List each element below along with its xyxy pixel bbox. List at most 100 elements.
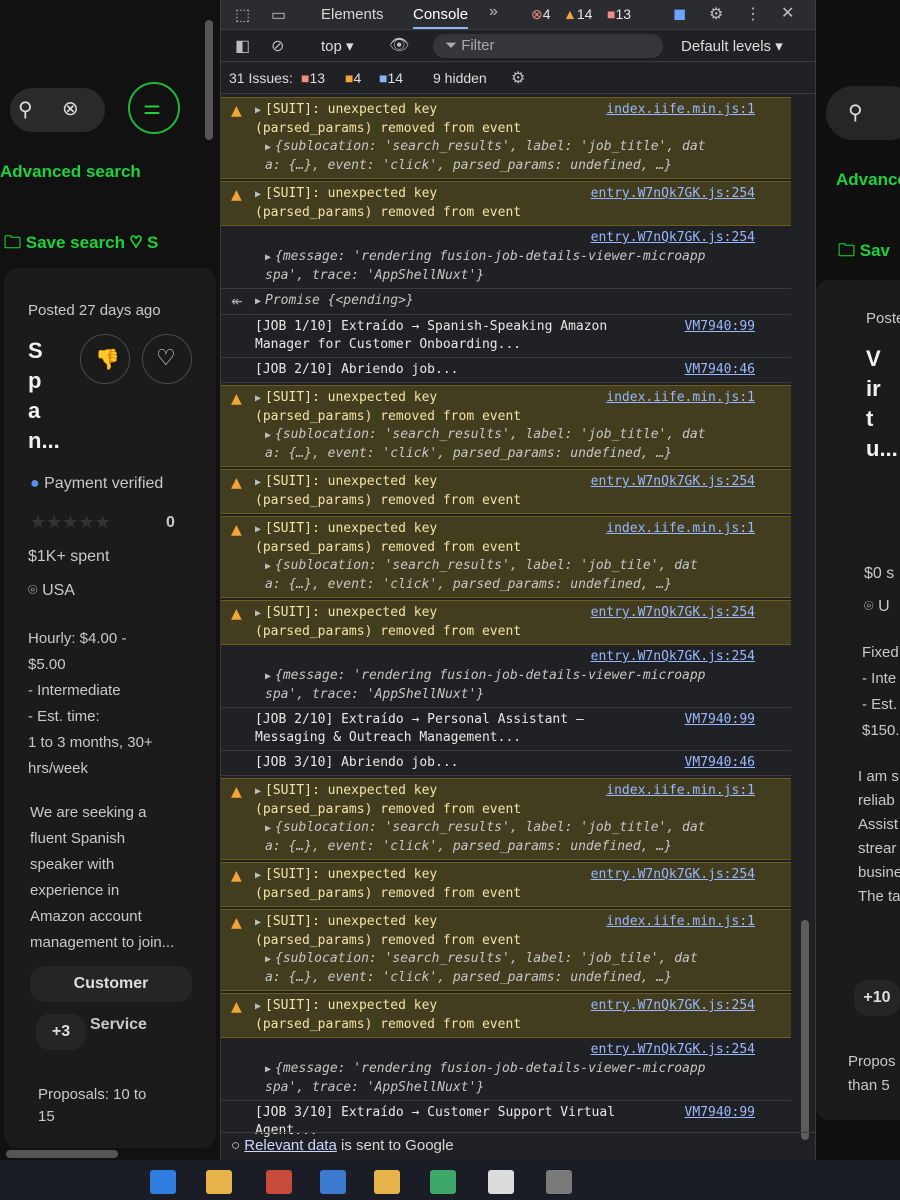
gear-icon[interactable]: ⚙ [709,4,723,24]
file-explorer-icon[interactable] [206,1170,232,1194]
sidebar-toggle-icon[interactable]: ◧ [235,36,250,56]
console-warning[interactable]: ▲ ▶ [SUIT]: unexpected key (parsed_params… [221,862,791,907]
save-search-link[interactable]: 🗀 Save search ♡ S [4,230,158,259]
source-link[interactable]: index.iife.min.js:1 [606,913,755,931]
filter-button[interactable]: ⚌ [128,82,180,134]
search-icon[interactable]: ⚲ [848,100,863,125]
source-link[interactable]: entry.W7nQk7GK.js:254 [591,473,755,491]
source-link[interactable]: VM7940:99 [685,318,755,336]
heart-icon[interactable]: ♡ [130,233,143,252]
advanced-search-link[interactable]: Advance [836,170,900,190]
app-icon[interactable] [546,1170,572,1194]
issues-warnings[interactable]: ■4 [345,70,361,86]
close-icon[interactable]: ✕ [781,3,794,23]
location-icon: ⌾ [28,582,38,599]
log-levels-select[interactable]: Default levels ▾ [681,37,783,55]
footer-text: is sent to Google [340,1137,454,1154]
folder-icon[interactable] [374,1170,400,1194]
console-result[interactable]: ↞ ▶ Promise {<pending>} [221,289,791,315]
console-warning[interactable]: ▲ ▶ [SUIT]: unexpected key (parsed_params… [221,909,791,991]
tab-console[interactable]: Console [413,6,469,29]
console-scrollbar[interactable] [801,920,809,1140]
console-log-object[interactable]: entry.W7nQk7GK.js:254 ▶ {message: 'render… [221,645,791,708]
source-link[interactable]: entry.W7nQk7GK.js:254 [591,604,755,622]
source-link[interactable]: entry.W7nQk7GK.js:254 [591,866,755,884]
source-link[interactable]: index.iife.min.js:1 [606,389,755,407]
console-log[interactable]: [JOB 3/10] Abriendo job... VM7940:46 [221,751,791,776]
source-link[interactable]: index.iife.min.js:1 [606,520,755,538]
thumbs-down-button[interactable]: 👎 [80,334,130,384]
save-search-link[interactable]: 🗀 Sav [838,238,890,267]
left-scrollbar[interactable] [205,20,213,140]
source-link[interactable]: entry.W7nQk7GK.js:254 [591,229,755,247]
source-link[interactable]: entry.W7nQk7GK.js:254 [591,648,755,666]
search-box[interactable]: ⚲ [826,86,900,140]
warning-icon: ▲ [231,187,242,203]
skill-chip[interactable]: Customer [30,966,192,1002]
source-link[interactable]: VM7940:99 [685,1104,755,1122]
issues-bar[interactable]: 31 Issues: ■13 ■4 ■14 9 hidden ⚙ [221,62,815,94]
source-link[interactable]: index.iife.min.js:1 [606,101,755,119]
warning-icon: ▲ [231,915,242,931]
tab-elements[interactable]: Elements [321,6,384,23]
source-link[interactable]: VM7940:46 [685,754,755,772]
devtools-panel: ⬚ ▭ Elements Console » ⊗4 ▲14 ■13 ◼ ⚙ ⋮ … [220,0,817,1160]
more-skills-chip[interactable]: +10 [854,980,900,1016]
save-job-button[interactable]: ♡ [142,334,192,384]
location-icon: ⌾ [864,598,874,615]
source-link[interactable]: entry.W7nQk7GK.js:254 [591,1041,755,1059]
app-icon[interactable] [320,1170,346,1194]
console-log[interactable]: [JOB 1/10] Extraído → Spanish-Speaking A… [221,315,791,358]
context-select[interactable]: top ▾ [321,37,354,55]
advanced-search-link[interactable]: Advanced search [0,162,141,182]
console-warning[interactable]: ▲ ▶ [SUIT]: unexpected key (parsed_params… [221,516,791,598]
inspect-icon[interactable]: ⬚ [235,5,250,25]
issues-infos[interactable]: ■14 [379,70,403,86]
info-count[interactable]: ■13 [607,6,631,22]
job-title[interactable]: Vir t u... [866,344,898,464]
skill-chip-2[interactable]: Service [90,1016,147,1034]
more-tabs-icon[interactable]: » [489,3,498,21]
eye-icon[interactable]: 👁 [389,35,409,55]
source-link[interactable]: VM7940:46 [685,361,755,379]
job-details: Hourly: $4.00 - $5.00- Intermediate - Est… [28,630,153,777]
console-warning[interactable]: ▲ ▶ [SUIT]: unexpected key (parsed_params… [221,181,791,226]
browser-icon[interactable] [266,1170,292,1194]
start-icon[interactable] [150,1170,176,1194]
left-h-scrollbar[interactable] [6,1150,118,1158]
source-link[interactable]: index.iife.min.js:1 [606,782,755,800]
gear-icon[interactable]: ⚙ [511,68,525,88]
console-warning[interactable]: ▲ ▶ [SUIT]: unexpected key (parsed_params… [221,97,791,179]
calendar-icon[interactable] [488,1170,514,1194]
console-warning[interactable]: ▲ ▶ [SUIT]: unexpected key (parsed_params… [221,385,791,467]
search-box[interactable]: ⚲ ⊗ [10,88,105,132]
source-link[interactable]: entry.W7nQk7GK.js:254 [591,185,755,203]
console-log-object[interactable]: entry.W7nQk7GK.js:254 ▶ {message: 'render… [221,1038,791,1101]
clear-console-icon[interactable]: ⊘ [271,36,284,56]
kebab-menu-icon[interactable]: ⋮ [745,4,761,24]
job-title[interactable]: S p a n... [28,336,60,456]
source-link[interactable]: entry.W7nQk7GK.js:254 [591,997,755,1015]
extension-icon[interactable]: ◼ [673,4,686,24]
more-skills-chip[interactable]: +3 [36,1014,86,1050]
warning-icon: ▲ [231,868,242,884]
console-log[interactable]: [JOB 2/10] Abriendo job... VM7940:46 [221,358,791,383]
hidden-count[interactable]: 9 hidden [433,70,487,86]
relevant-data-link[interactable]: Relevant data [244,1137,337,1154]
console-warning[interactable]: ▲ ▶ [SUIT]: unexpected key (parsed_params… [221,993,791,1038]
console-log-object[interactable]: entry.W7nQk7GK.js:254 ▶ {message: 'render… [221,226,791,289]
console-log: ▲ ▶ [SUIT]: unexpected key (parsed_params… [221,95,791,1140]
console-warning[interactable]: ▲ ▶ [SUIT]: unexpected key (parsed_params… [221,778,791,860]
filter-input[interactable]: ⏷ Filter [433,34,663,58]
error-count[interactable]: ⊗4 [531,6,551,23]
clear-icon[interactable]: ⊗ [62,96,79,121]
search-icon[interactable]: ⚲ [18,97,33,122]
app-icon[interactable] [430,1170,456,1194]
warning-count[interactable]: ▲14 [563,6,592,22]
console-warning[interactable]: ▲ ▶ [SUIT]: unexpected key (parsed_params… [221,469,791,514]
console-log[interactable]: [JOB 2/10] Extraído → Personal Assistant… [221,708,791,751]
console-warning[interactable]: ▲ ▶ [SUIT]: unexpected key (parsed_params… [221,600,791,645]
device-toggle-icon[interactable]: ▭ [271,5,286,25]
source-link[interactable]: VM7940:99 [685,711,755,729]
issues-errors[interactable]: ■13 [301,70,325,86]
